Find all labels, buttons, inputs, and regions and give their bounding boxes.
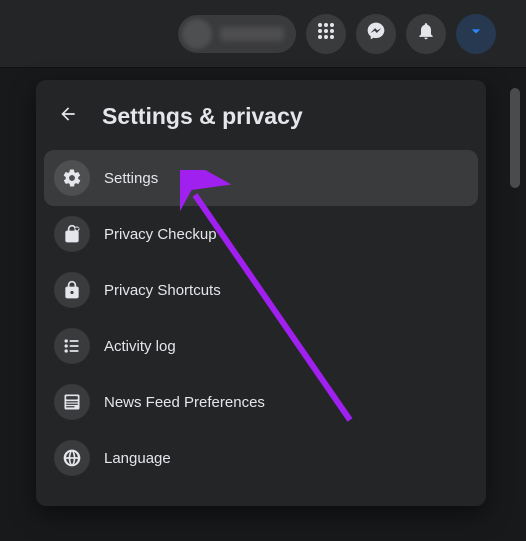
menu-item-label: Language (104, 450, 171, 467)
apps-button[interactable] (306, 14, 346, 54)
menu-item-label: News Feed Preferences (104, 394, 265, 411)
profile-pill[interactable] (178, 15, 296, 53)
messenger-icon (366, 21, 386, 46)
panel-title: Settings & privacy (102, 103, 303, 130)
caret-down-icon (466, 21, 486, 46)
menu-item-privacy-shortcuts[interactable]: Privacy Shortcuts (44, 262, 478, 318)
menu-item-label: Activity log (104, 338, 176, 355)
gear-icon (54, 160, 90, 196)
panel-header: Settings & privacy (44, 90, 478, 150)
menu-item-news-feed-preferences[interactable]: News Feed Preferences (44, 374, 478, 430)
back-button[interactable] (50, 98, 86, 134)
settings-privacy-panel: Settings & privacy Settings Privacy Chec… (36, 80, 486, 506)
bell-icon (416, 21, 436, 46)
menu-item-language[interactable]: Language (44, 430, 478, 486)
menu-item-settings[interactable]: Settings (44, 150, 478, 206)
avatar (182, 19, 212, 49)
menu-item-label: Privacy Checkup (104, 226, 217, 243)
menu-item-activity-log[interactable]: Activity log (44, 318, 478, 374)
account-menu-button[interactable] (456, 14, 496, 54)
profile-name-redacted (220, 27, 284, 41)
menu-item-label: Settings (104, 170, 158, 187)
notifications-button[interactable] (406, 14, 446, 54)
menu-item-label: Privacy Shortcuts (104, 282, 221, 299)
arrow-left-icon (58, 104, 78, 129)
globe-icon (54, 440, 90, 476)
messenger-button[interactable] (356, 14, 396, 54)
list-icon (54, 328, 90, 364)
feed-icon (54, 384, 90, 420)
scrollbar[interactable] (510, 88, 520, 188)
lock-heart-icon (54, 216, 90, 252)
topbar (0, 0, 526, 68)
apps-icon (316, 21, 336, 46)
menu-item-privacy-checkup[interactable]: Privacy Checkup (44, 206, 478, 262)
lock-icon (54, 272, 90, 308)
